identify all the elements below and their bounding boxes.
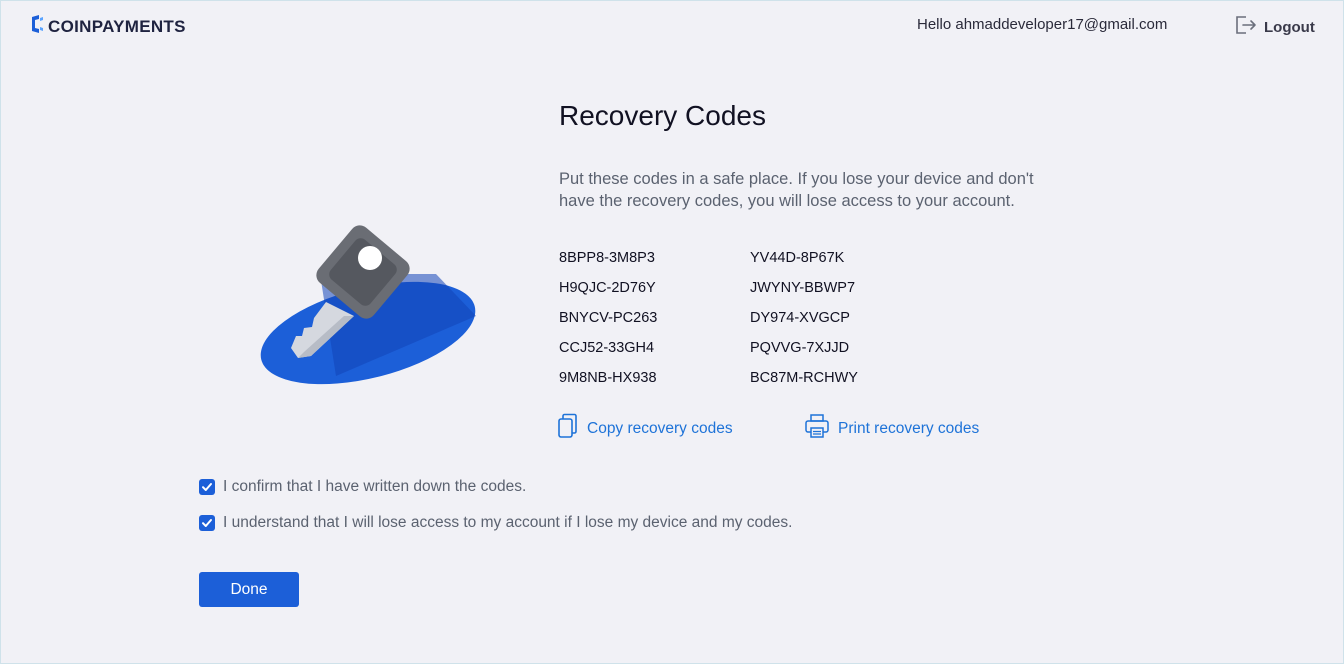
recovery-code: 8BPP8-3M8P3 — [559, 250, 655, 266]
logout-button[interactable]: Logout — [1234, 14, 1315, 41]
key-illustration — [256, 216, 481, 396]
print-codes-label: Print recovery codes — [838, 419, 980, 437]
confirm-written-checkbox[interactable] — [199, 479, 215, 495]
recovery-code: H9QJC-2D76Y — [559, 280, 656, 296]
copy-icon — [557, 413, 579, 444]
page-description: Put these codes in a safe place. If you … — [559, 170, 1034, 210]
recovery-code: BNYCV-PC263 — [559, 310, 658, 326]
copy-codes-button[interactable]: Copy recovery codes — [557, 413, 733, 444]
user-greeting: Hello ahmaddeveloper17@gmail.com — [917, 16, 1168, 33]
logout-label: Logout — [1264, 19, 1315, 36]
checkmark-icon — [202, 519, 212, 527]
printer-icon — [804, 413, 830, 444]
coinpayments-logo-icon — [30, 14, 45, 39]
recovery-code: BC87M-RCHWY — [750, 370, 858, 386]
logo-text: COINPAYMENTS — [48, 16, 186, 36]
print-codes-button[interactable]: Print recovery codes — [804, 413, 979, 444]
done-button[interactable]: Done — [199, 572, 299, 607]
confirm-understand-checkbox[interactable] — [199, 515, 215, 531]
checkmark-icon — [202, 483, 212, 491]
recovery-code: 9M8NB-HX938 — [559, 370, 657, 386]
recovery-code: DY974-XVGCP — [750, 310, 850, 326]
confirm-written-row: I confirm that I have written down the c… — [199, 478, 526, 496]
logout-icon — [1234, 14, 1258, 41]
copy-codes-label: Copy recovery codes — [587, 419, 733, 437]
recovery-codes-list: 8BPP8-3M8P3 YV44D-8P67K H9QJC-2D76Y JWYN… — [559, 248, 941, 398]
confirm-understand-label: I understand that I will lose access to … — [223, 514, 793, 531]
confirm-understand-row: I understand that I will lose access to … — [199, 514, 792, 532]
recovery-code: YV44D-8P67K — [750, 250, 845, 266]
top-header: COINPAYMENTS Hello ahmaddeveloper17@gmai… — [1, 1, 1343, 49]
recovery-code: CCJ52-33GH4 — [559, 340, 655, 356]
brand-logo[interactable]: COINPAYMENTS — [30, 14, 186, 39]
recovery-code: JWYNY-BBWP7 — [750, 280, 856, 296]
recovery-code: PQVVG-7XJJD — [750, 340, 850, 356]
confirm-written-label: I confirm that I have written down the c… — [223, 478, 527, 495]
page-title: Recovery Codes — [559, 100, 766, 131]
